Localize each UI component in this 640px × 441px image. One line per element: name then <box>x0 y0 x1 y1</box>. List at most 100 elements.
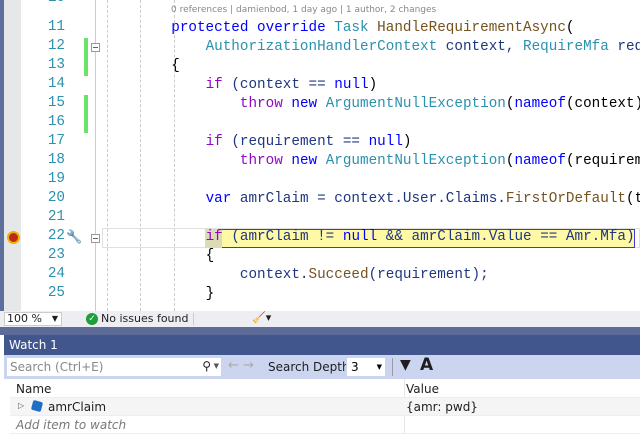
code-token: (requiremen <box>565 153 640 169</box>
code-token: (context) <box>565 96 640 112</box>
column-value[interactable]: Value <box>406 382 439 396</box>
code-token: if <box>205 134 232 150</box>
code-token: HandleRequirementAsync <box>377 20 566 36</box>
watch-window-title: Watch 1 <box>4 335 640 355</box>
code-token: context, <box>445 39 524 55</box>
chevron-down-icon: ▼ <box>376 363 382 371</box>
line-number: 15 <box>47 95 65 111</box>
code-token: ) <box>402 134 412 150</box>
watch-grid: Name Value ▷ amrClaim {amr: pwd} Add ite… <box>4 379 640 441</box>
code-cleanup-icon[interactable]: 🧹▾ <box>252 311 271 324</box>
code-token: ) <box>368 77 378 93</box>
forward-arrow-icon[interactable]: → <box>243 358 254 373</box>
code-token: (requirement == <box>231 134 369 150</box>
line-number: 16 <box>47 114 65 130</box>
expand-arrow-icon[interactable]: ▷ <box>18 401 24 410</box>
codelens[interactable]: 0 references | damienbod, 1 day ago | 1 … <box>171 5 436 15</box>
line-number: 19 <box>47 171 65 187</box>
line-number: 13 <box>47 57 65 73</box>
code-line[interactable]: } <box>103 285 215 304</box>
line-number: 14 <box>47 76 65 92</box>
glyph-margin[interactable] <box>4 0 21 311</box>
collapse-button[interactable] <box>91 43 100 52</box>
object-icon <box>30 399 44 413</box>
code-token: (amrClaim != <box>231 229 343 245</box>
code-token: ( <box>565 20 575 36</box>
code-line[interactable]: throw new ArgumentNullException(nameof(c… <box>103 95 640 114</box>
search-input[interactable]: Search (Ctrl+E) ⚲ ▼ <box>6 357 222 377</box>
line-number: 21 <box>47 209 65 225</box>
code-token: var <box>205 191 240 207</box>
code-token: new <box>291 153 326 169</box>
code-token: nameof <box>514 96 566 112</box>
line-number: 22 <box>47 228 65 244</box>
watch-value: {amr: pwd} <box>406 400 478 414</box>
code-line[interactable]: { <box>103 247 215 266</box>
code-token: RequireMfa <box>523 39 618 55</box>
chevron-down-icon[interactable]: ▼ <box>214 362 219 370</box>
divider <box>193 313 194 325</box>
code-line[interactable]: context.Succeed(requirement); <box>103 266 489 285</box>
code-token: if <box>205 229 232 245</box>
issues-status[interactable]: No issues found <box>101 312 188 325</box>
code-line[interactable]: if (requirement == null) <box>103 133 412 152</box>
zoom-dropdown[interactable]: 100 % ▼ <box>4 312 62 326</box>
code-line[interactable]: if (amrClaim != null && amrClaim.Value =… <box>103 228 635 247</box>
code-token: AuthorizationHandlerContext <box>205 39 446 55</box>
code-token: (t <box>625 191 640 207</box>
line-number: 25 <box>47 285 65 301</box>
code-line[interactable]: protected override Task HandleRequiremen… <box>103 19 575 38</box>
code-line[interactable]: throw new ArgumentNullException(nameof(r… <box>103 152 640 171</box>
code-token: FirstOrDefault <box>505 191 626 207</box>
search-depth-dropdown[interactable]: 3 ▼ <box>346 357 386 377</box>
watch-toolbar: Search (Ctrl+E) ⚲ ▼ ← → Search Depth: 3 ▼ ▼… <box>4 355 640 379</box>
code-line[interactable]: if (context == null) <box>103 76 378 95</box>
search-icon[interactable]: ⚲ <box>202 359 211 373</box>
filter-icon[interactable]: ▼ <box>400 357 411 373</box>
code-token: req <box>617 39 640 55</box>
line-number: 12 <box>47 38 65 54</box>
code-token: throw <box>239 96 292 112</box>
code-line[interactable]: var amrClaim = context.User.Claims.First… <box>103 190 640 209</box>
quick-action-screwdriver-icon[interactable]: 🔧 <box>66 230 82 245</box>
code-line[interactable]: AuthorizationHandlerContext context, Req… <box>103 38 640 57</box>
breakpoint-icon[interactable] <box>7 231 20 244</box>
code-token: { <box>205 248 215 264</box>
watch-row[interactable]: ▷ amrClaim {amr: pwd} <box>10 398 640 416</box>
panel-splitter[interactable] <box>0 327 640 335</box>
code-token: } <box>205 286 215 302</box>
code-token: (context == <box>231 77 335 93</box>
change-bar <box>84 38 88 76</box>
line-number: 20 <box>47 190 65 206</box>
line-number: 23 <box>47 247 65 263</box>
chevron-down-icon: ▼ <box>51 314 58 323</box>
code-line[interactable]: { <box>103 57 180 76</box>
font-a-icon[interactable]: A <box>420 355 433 375</box>
code-token: null <box>334 77 369 93</box>
code-editor[interactable]: 0 references | damienbod, 1 day ago | 1 … <box>0 0 640 311</box>
column-name[interactable]: Name <box>16 382 51 396</box>
code-token: amrClaim = context.User.Claims. <box>239 191 506 207</box>
add-item-row[interactable]: Add item to watch <box>10 416 640 434</box>
code-token: nameof <box>514 153 566 169</box>
code-token: ArgumentNullException <box>325 96 506 112</box>
code-token: protected override <box>171 20 335 36</box>
code-token: Task <box>334 20 378 36</box>
code-token: { <box>171 58 180 74</box>
code-token: throw <box>239 153 292 169</box>
line-number: 17 <box>47 133 65 149</box>
back-arrow-icon[interactable]: ← <box>228 358 239 373</box>
code-token: null <box>342 229 386 245</box>
collapse-button[interactable] <box>91 234 100 243</box>
divider <box>392 358 393 376</box>
